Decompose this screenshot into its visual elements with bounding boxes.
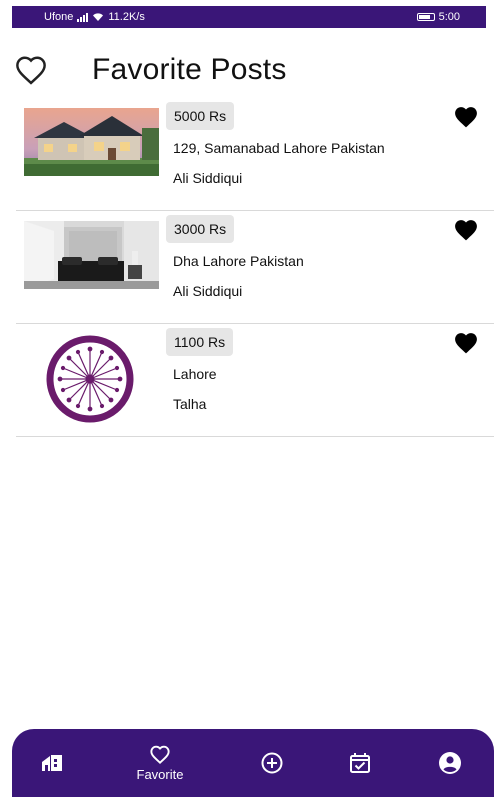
carrier-name: Ufone <box>44 11 74 23</box>
home-icon <box>42 755 62 771</box>
signal-icon <box>77 12 89 22</box>
page-header: Favorite Posts <box>14 50 287 90</box>
nav-add[interactable] <box>250 729 294 797</box>
price-badge: 5000 Rs <box>166 102 235 130</box>
network-speed: 11.2K/s <box>108 11 145 23</box>
account-icon <box>439 752 461 774</box>
nav-favorite[interactable]: Favorite <box>122 729 198 797</box>
status-left: Ufone 11.2K/s <box>44 11 145 23</box>
post-card[interactable]: 5000 Rs 129, Samanabad Lahore Pakistan A… <box>16 98 494 211</box>
favorite-posts-list: 5000 Rs 129, Samanabad Lahore Pakistan A… <box>16 98 494 437</box>
post-owner: Ali Siddiqui <box>173 283 243 299</box>
wifi-icon <box>93 13 104 21</box>
post-card[interactable]: 3000 Rs Dha Lahore Pakistan Ali Siddiqui <box>16 211 494 324</box>
page-title: Favorite Posts <box>92 53 287 86</box>
status-bar: Ufone 11.2K/s 5:00 <box>12 6 486 28</box>
post-owner: Ali Siddiqui <box>173 170 243 186</box>
purple-circle-logo <box>30 334 150 424</box>
price-badge: 1100 Rs <box>166 328 234 356</box>
heart-filled-icon <box>455 333 477 354</box>
add-circle-icon <box>261 752 283 774</box>
post-address: Lahore <box>173 366 217 382</box>
heart-filled-icon <box>455 107 477 128</box>
post-card[interactable]: 1100 Rs Lahore Talha <box>16 324 494 437</box>
battery-icon <box>416 13 435 21</box>
nav-home[interactable] <box>30 729 74 797</box>
post-owner: Talha <box>173 396 207 412</box>
favorite-button[interactable] <box>451 217 481 243</box>
post-address: 129, Samanabad Lahore Pakistan <box>173 140 385 156</box>
post-address: Dha Lahore Pakistan <box>173 253 304 269</box>
nav-account[interactable] <box>428 729 472 797</box>
status-time: 5:00 <box>438 11 460 23</box>
bottom-navigation: Favorite <box>12 729 494 797</box>
favorite-button[interactable] <box>451 104 481 130</box>
heart-outline-icon <box>14 54 50 86</box>
status-right: 5:00 <box>416 11 460 23</box>
nav-calendar[interactable] <box>338 729 382 797</box>
heart-outline-icon <box>150 745 170 764</box>
calendar-check-icon <box>350 753 370 773</box>
heart-filled-icon <box>455 220 477 241</box>
price-badge: 3000 Rs <box>166 215 235 243</box>
house-photo <box>24 108 159 176</box>
nav-favorite-label: Favorite <box>136 766 184 782</box>
bedroom-photo <box>24 221 159 289</box>
favorite-button[interactable] <box>451 330 481 356</box>
